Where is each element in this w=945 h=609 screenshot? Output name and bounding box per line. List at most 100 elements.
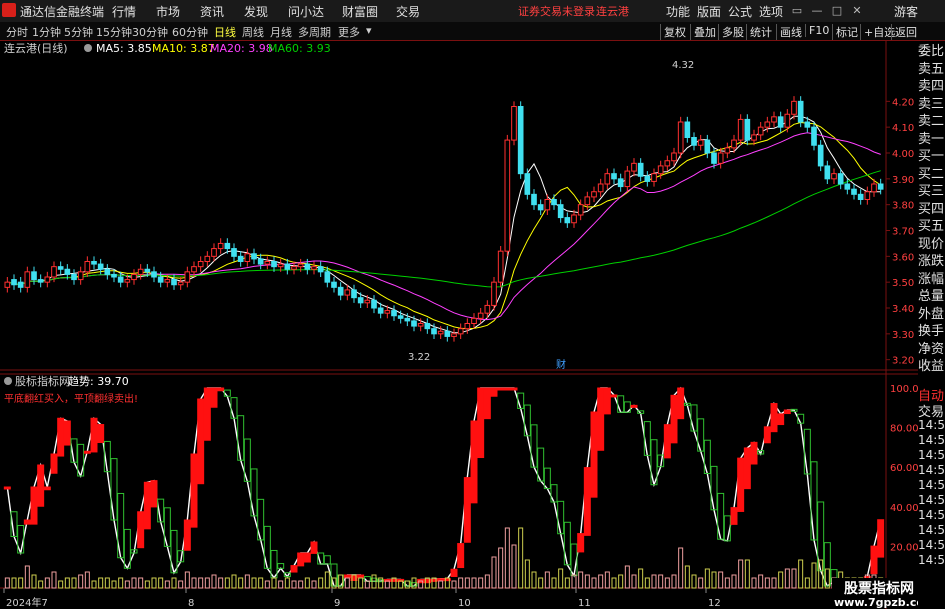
tool-f10[interactable]: F10 (805, 24, 829, 37)
side-panel-item[interactable]: 涨跌 (918, 254, 945, 269)
minimize-icon[interactable]: — (810, 4, 824, 17)
side-panel-item[interactable]: 买五 (918, 219, 945, 234)
tab-1min[interactable]: 1分钟 (32, 24, 61, 40)
side-panel-item[interactable]: 卖四 (918, 79, 945, 94)
menu-wealth[interactable]: 财富圈 (342, 3, 378, 20)
time-item: 14:56 (918, 418, 945, 432)
side-panel-item[interactable]: 收益 (918, 359, 945, 374)
finance-marker[interactable]: 财 (556, 358, 566, 371)
tool-multi-stock[interactable]: 多股 (718, 24, 744, 40)
tab-weekly[interactable]: 周线 (242, 24, 264, 40)
guest-user[interactable]: 游客 (894, 3, 918, 20)
volume-bar (18, 577, 24, 589)
kline-chart[interactable]: 连云港(日线) MA5: 3.85 MA10: 3.87 MA20: 3.98 … (0, 40, 918, 609)
tab-30min[interactable]: 30分钟 (132, 24, 168, 40)
tool-statistics[interactable]: 统计 (746, 24, 772, 40)
time-item: 14:56 (918, 538, 945, 552)
signal-block (637, 410, 645, 414)
tab-more[interactable]: 更多 (338, 24, 360, 40)
side-panel-item[interactable]: 委比 (918, 44, 945, 59)
x-axis-label: 8 (188, 598, 194, 609)
side-panel-item[interactable]: 换手 (918, 324, 945, 339)
side-panel-item[interactable]: 卖五 (918, 62, 945, 77)
volume-bar (384, 580, 390, 589)
indicator-panel (3, 386, 885, 588)
menu-market[interactable]: 市场 (156, 3, 180, 20)
volume-bar (664, 577, 670, 589)
ma20-line (7, 132, 881, 321)
settings-icon[interactable] (84, 44, 92, 52)
side-panel-item[interactable]: 买四 (918, 202, 945, 217)
tab-more-arrow-icon[interactable]: ▾ (366, 24, 372, 37)
menu-function[interactable]: 功能 (666, 3, 690, 20)
side-panel-item[interactable]: 涨幅 (918, 272, 945, 287)
volume-bar (131, 577, 137, 589)
tab-15min[interactable]: 15分钟 (96, 24, 132, 40)
candle-body (404, 317, 411, 322)
signal-block (710, 465, 718, 511)
volume-bar (138, 577, 144, 589)
candle-body (537, 204, 544, 211)
volume-bar (724, 577, 730, 589)
candle-body (344, 289, 351, 296)
menu-layout[interactable]: 版面 (697, 3, 721, 20)
signal-block (203, 387, 211, 441)
side-panel-item[interactable]: 卖一 (918, 132, 945, 147)
menu-news[interactable]: 资讯 (200, 3, 224, 20)
volume-bar (111, 580, 117, 589)
volume-bar (651, 574, 657, 589)
volume-bar (4, 577, 10, 589)
volume-bar (238, 577, 244, 589)
time-item: 14:56 (918, 448, 945, 462)
candle-body (31, 271, 37, 281)
candle-body (717, 152, 724, 164)
tool-add-watchlist[interactable]: +自选 (860, 24, 895, 40)
tool-draw-line[interactable]: 画线 (776, 24, 802, 40)
candle-body (157, 276, 164, 283)
menu-formula[interactable]: 公式 (728, 3, 752, 20)
volume-bar (671, 574, 677, 589)
menu-trade[interactable]: 交易 (396, 3, 420, 20)
tab-monthly[interactable]: 月线 (270, 24, 292, 40)
tab-daily[interactable]: 日线 (214, 24, 236, 40)
price-tick: 3.90 (892, 175, 914, 186)
signal-block (737, 457, 745, 512)
menu-discover[interactable]: 发现 (244, 3, 268, 20)
volume-bar (731, 574, 737, 589)
candle-body (791, 100, 797, 115)
side-panel-item[interactable]: 买一 (918, 149, 945, 164)
login-status[interactable]: 证券交易未登录 (518, 3, 595, 19)
side-panel-item[interactable]: 总量 (918, 289, 945, 304)
menu-options[interactable]: 选项 (759, 3, 783, 20)
volume-bar (151, 577, 157, 589)
candle-body (364, 299, 371, 304)
side-panel-item[interactable]: 现价 (918, 237, 945, 252)
candle-body (744, 118, 751, 141)
volume-bar (324, 571, 330, 589)
side-panel-item[interactable]: 卖二 (918, 114, 945, 129)
tool-overlay[interactable]: 叠加 (690, 24, 716, 40)
side-panel-item[interactable]: 买二 (918, 167, 945, 182)
tab-60min[interactable]: 60分钟 (172, 24, 208, 40)
candle-body (524, 173, 531, 195)
side-panel-item[interactable]: 卖三 (918, 97, 945, 112)
menu-quotes[interactable]: 行情 (112, 3, 136, 20)
indicator-settings-icon[interactable] (4, 377, 12, 385)
signal-block (510, 387, 518, 391)
menu-ask[interactable]: 问小达 (288, 3, 324, 20)
close-icon[interactable]: ✕ (850, 4, 864, 17)
trend-value: 趋势: 39.70 (68, 375, 129, 388)
tool-restore-rights[interactable]: 复权 (660, 24, 686, 40)
signal-block (583, 467, 591, 536)
side-panel-item[interactable]: 净资 (918, 342, 945, 357)
signal-block (470, 420, 478, 504)
tab-5min[interactable]: 5分钟 (64, 24, 93, 40)
side-panel-item[interactable]: 买三 (918, 184, 945, 199)
maximize-icon[interactable]: □ (830, 4, 844, 17)
tab-multi-period[interactable]: 多周期 (298, 24, 331, 40)
tool-mark[interactable]: 标记 (832, 24, 858, 40)
side-panel-item[interactable]: 外盘 (918, 307, 945, 322)
tool-back[interactable]: 返回 (891, 24, 917, 40)
skin-icon[interactable]: ▭ (790, 4, 804, 17)
tab-intraday[interactable]: 分时 (6, 24, 28, 40)
